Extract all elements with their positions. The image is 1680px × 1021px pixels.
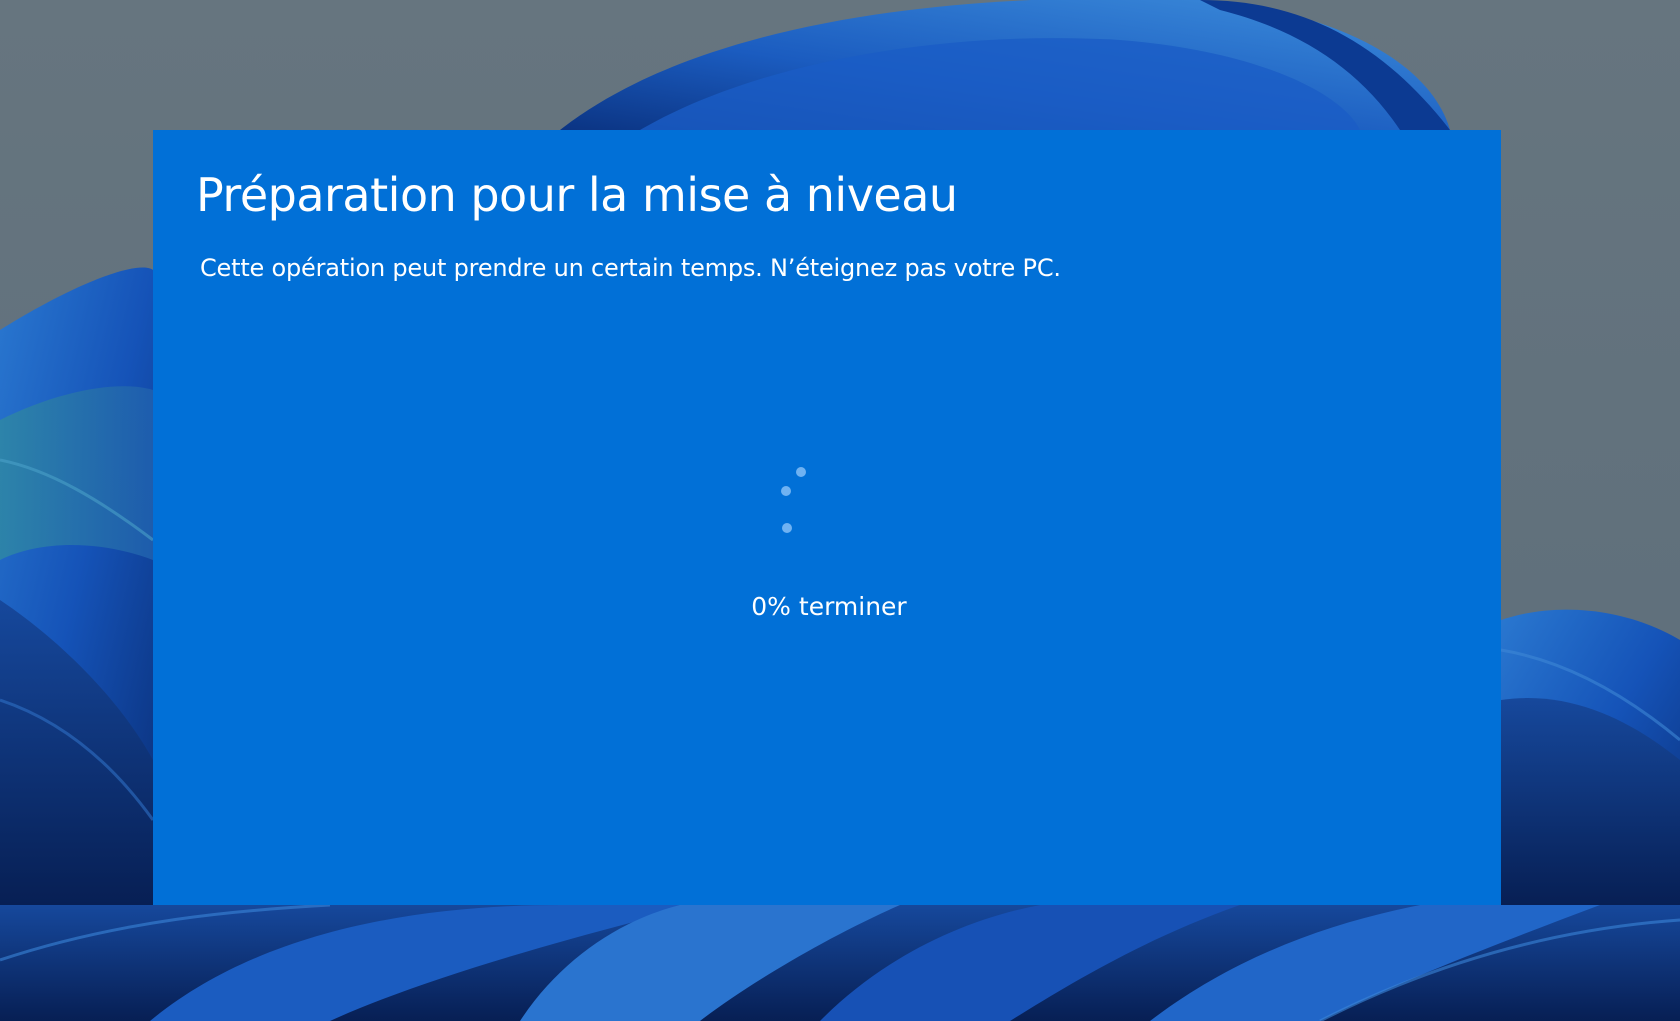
dialog-subtitle: Cette opération peut prendre un certain … [200,254,1061,282]
spinner-dot [781,486,791,496]
spinner-dot [796,467,806,477]
desktop: Préparation pour la mise à niveau Cette … [0,0,1680,1021]
loading-dots-icon [781,467,806,533]
spinner-dot [782,523,792,533]
progress-label: 0% terminer [751,592,907,621]
dialog-title: Préparation pour la mise à niveau [196,168,958,222]
upgrade-progress-dialog: Préparation pour la mise à niveau Cette … [153,130,1501,905]
